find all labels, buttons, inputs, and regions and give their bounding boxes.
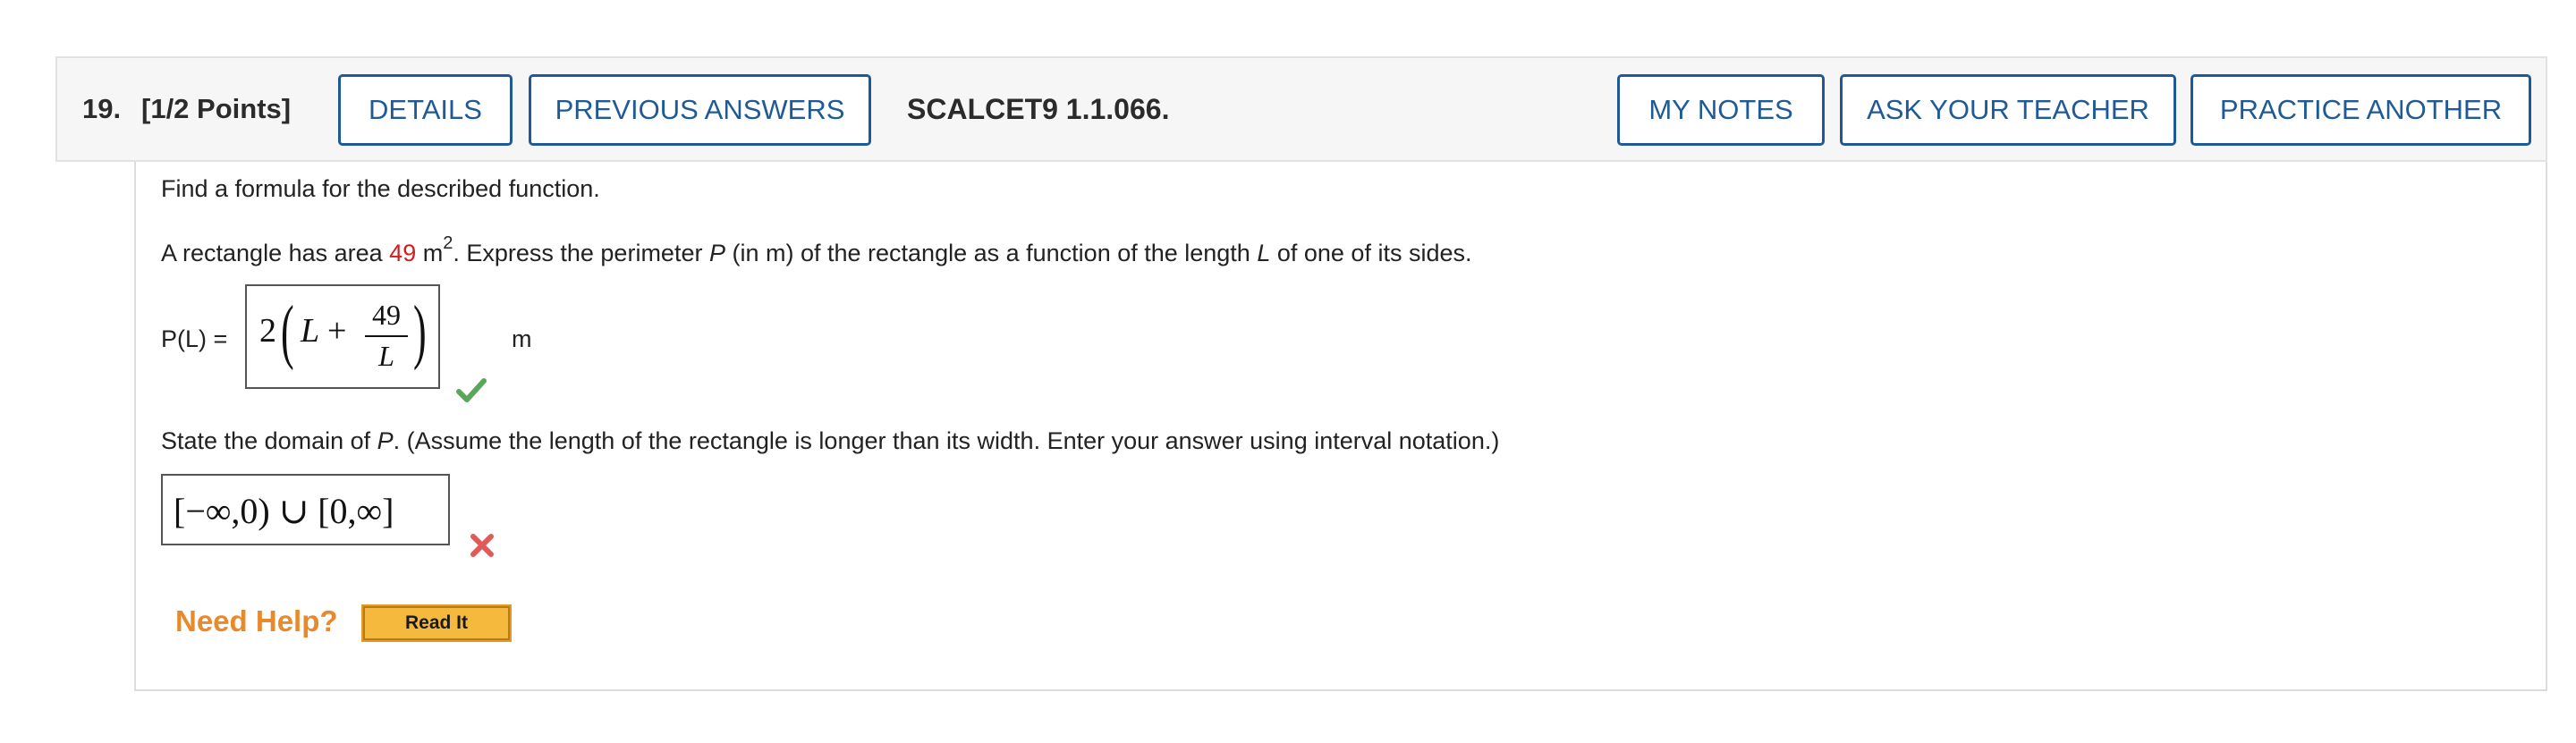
incorrect-cross-icon <box>470 534 494 557</box>
answer1-numerator: 49 <box>372 299 401 331</box>
need-help-label: Need Help? <box>175 604 338 637</box>
my-notes-button[interactable]: MY NOTES <box>1617 74 1825 146</box>
domain-variable: P <box>377 427 394 454</box>
correct-check-icon <box>456 378 487 402</box>
area-exponent: 2 <box>443 233 453 253</box>
area-unit: m <box>416 240 444 266</box>
answer1-right-paren: ) <box>413 292 427 371</box>
statement-start: A rectangle has area <box>161 240 390 266</box>
domain-prompt-rest: . (Assume the length of the rectangle is… <box>393 427 1500 454</box>
ask-your-teacher-button[interactable]: ASK YOUR TEACHER <box>1840 74 2176 146</box>
answer1-fraction-bar <box>365 335 408 337</box>
details-button[interactable]: DETAILS <box>338 74 513 146</box>
problem-instruction: Find a formula for the described functio… <box>161 175 600 202</box>
statement-rest-1: . Express the perimeter <box>453 240 709 266</box>
read-it-button[interactable]: Read It <box>361 604 512 642</box>
answer1-unit: m <box>512 325 532 352</box>
perimeter-answer-field[interactable]: 2 ( L + 49 L ) <box>245 284 440 389</box>
domain-prompt-start: State the domain of <box>161 427 377 454</box>
perimeter-variable: P <box>708 240 725 266</box>
question-points: [1/2 Points] <box>141 93 292 124</box>
question-number: 19. <box>82 93 122 124</box>
domain-answer-field[interactable]: [−∞,0) ∪ [0,∞] <box>161 474 450 545</box>
answer1-coefficient: 2 <box>259 312 276 350</box>
answer1-label: P(L) = <box>161 325 228 352</box>
domain-answer-value: [−∞,0) ∪ [0,∞] <box>174 491 394 531</box>
practice-another-button[interactable]: PRACTICE ANOTHER <box>2190 74 2531 146</box>
answer1-left-paren: ( <box>281 292 294 371</box>
statement-rest-2: (in m) of the rectangle as a function of… <box>724 240 1258 266</box>
problem-statement: A rectangle has area 49 m2. Express the … <box>161 233 1472 267</box>
answer1-plus: + <box>327 312 347 350</box>
question-id: SCALCET9 1.1.066. <box>907 93 1170 125</box>
answer1-variable: L <box>301 312 320 350</box>
answer1-denominator: L <box>378 340 394 372</box>
previous-answers-button[interactable]: PREVIOUS ANSWERS <box>529 74 871 146</box>
length-variable: L <box>1257 240 1271 266</box>
area-value: 49 <box>389 240 417 266</box>
domain-prompt: State the domain of P. (Assume the lengt… <box>161 427 1499 455</box>
statement-rest-3: of one of its sides. <box>1270 240 1472 266</box>
